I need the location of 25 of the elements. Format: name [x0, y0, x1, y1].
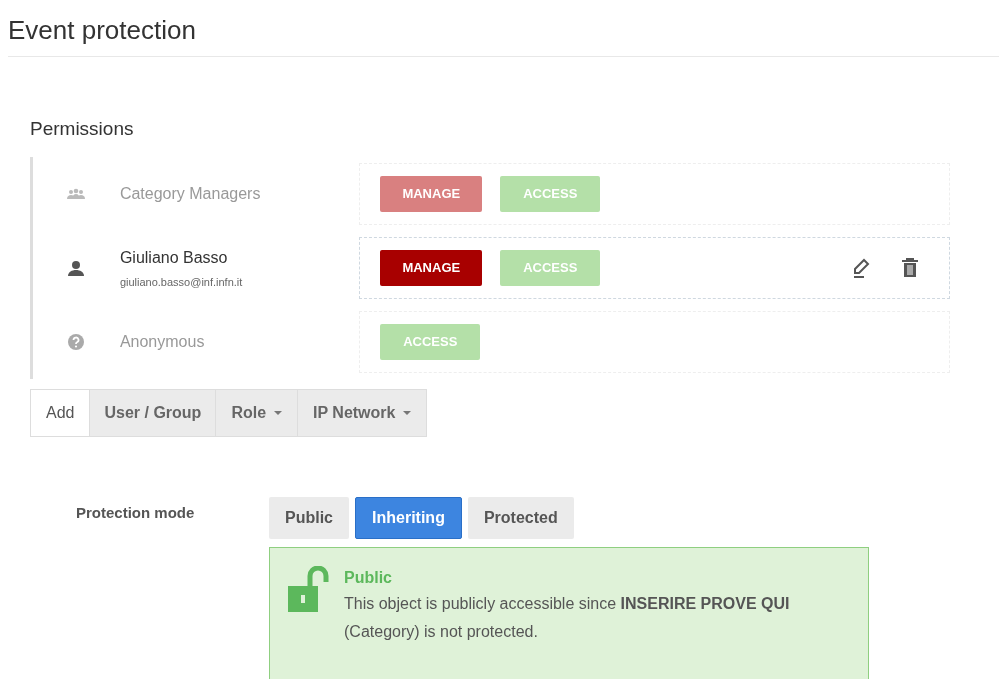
dropdown-button[interactable]: IP Network — [297, 390, 427, 436]
dropdown-button[interactable]: Role — [215, 390, 298, 436]
mode-button[interactable]: Inheriting — [355, 497, 462, 539]
page-title: Event protection — [8, 14, 197, 46]
manage-button[interactable]: MANAGE — [380, 250, 483, 286]
user-group-button[interactable]: User / Group — [89, 390, 216, 436]
mode-button[interactable]: Public — [269, 497, 349, 539]
question-icon — [67, 333, 86, 351]
manage-button[interactable]: MANAGE — [380, 176, 483, 212]
trash-icon[interactable] — [901, 258, 919, 278]
section-heading: Permissions — [30, 117, 135, 141]
entry-name: Category Managers — [119, 184, 262, 204]
pencil-icon[interactable] — [851, 258, 871, 278]
unlocked-padlock-icon — [286, 566, 332, 612]
entry-name: Anonymous — [119, 332, 206, 352]
caret-icon — [274, 411, 283, 415]
alert-message: This object is publicly accessible since INSERIRE PROVE QUI (Category) is not protected. — [344, 594, 791, 642]
entry-name: Giuliano Basso — [119, 247, 229, 268]
alert-title: Public — [344, 568, 393, 588]
mode-button[interactable]: Protected — [467, 497, 574, 539]
group-icon — [67, 188, 86, 200]
caret-icon — [403, 411, 412, 415]
person-icon — [67, 259, 86, 277]
entry-email: giuliano.basso@inf.infn.it — [119, 274, 244, 290]
field-label: Protection mode — [75, 503, 196, 523]
